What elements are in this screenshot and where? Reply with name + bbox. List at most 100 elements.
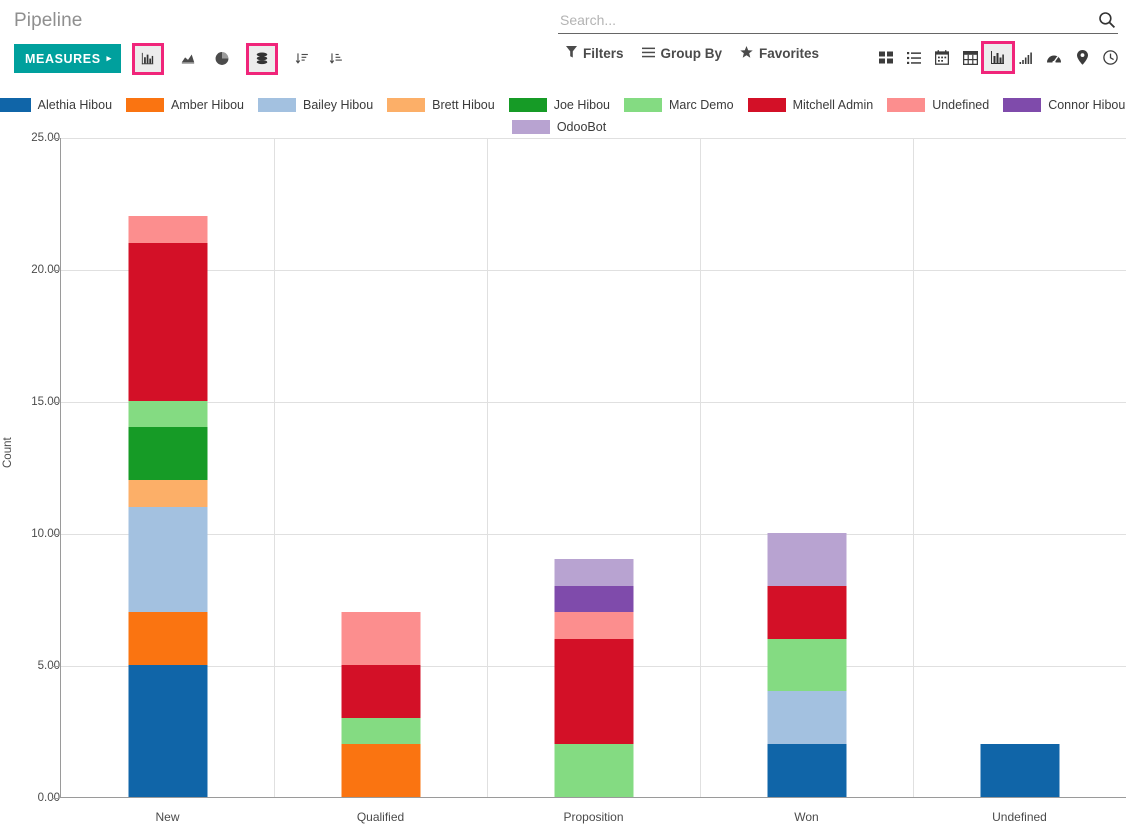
legend-item[interactable]: Mitchell Admin xyxy=(747,98,888,112)
bar-segment[interactable] xyxy=(980,744,1059,797)
legend-label: Brett Hibou xyxy=(432,98,495,112)
legend-item[interactable]: Marc Demo xyxy=(624,98,748,112)
legend-swatch xyxy=(387,98,426,112)
bar-segment[interactable] xyxy=(767,533,846,586)
bar-segment[interactable] xyxy=(341,744,420,797)
bar-segment[interactable] xyxy=(128,665,207,797)
y-axis-ticks: 0.00 5.00 10.00 15.00 20.00 25.00 xyxy=(0,132,60,835)
bar-segment[interactable] xyxy=(554,585,633,613)
caret-right-icon: ▸ xyxy=(106,53,112,63)
bar-segment[interactable] xyxy=(554,612,633,639)
stacked-bar xyxy=(128,216,207,797)
legend-swatch xyxy=(0,98,31,112)
legend-item[interactable]: Brett Hibou xyxy=(387,98,509,112)
bar-segment[interactable] xyxy=(767,691,846,745)
graph-toolbar: MEASURES ▸ xyxy=(14,42,349,75)
bar-segment[interactable] xyxy=(767,744,846,797)
legend-item[interactable]: Joe Hibou xyxy=(508,98,624,112)
graph-view-icon[interactable] xyxy=(981,41,1015,74)
bar-segment[interactable] xyxy=(128,242,207,401)
group-by-button[interactable]: Group By xyxy=(641,46,723,61)
search-options: Filters Group By Favorites xyxy=(566,46,819,61)
bar-segment[interactable] xyxy=(128,480,207,507)
measures-button[interactable]: MEASURES ▸ xyxy=(14,44,121,73)
x-axis-tick-label: Qualified xyxy=(356,810,405,824)
search-icon[interactable] xyxy=(1098,11,1116,29)
bar-segment[interactable] xyxy=(128,506,207,613)
legend-item[interactable]: Amber Hibou xyxy=(126,98,258,112)
legend-label: Alethia Hibou xyxy=(37,98,113,112)
calendar-view-icon[interactable] xyxy=(928,44,956,71)
favorites-button[interactable]: Favorites xyxy=(740,46,819,61)
x-axis-tick-label: Proposition xyxy=(563,810,624,824)
graph-view-page: Pipeline MEASURES ▸ Search... Filters Gr… xyxy=(0,0,1132,835)
bar-segment[interactable] xyxy=(554,638,633,745)
legend-label: Marc Demo xyxy=(669,98,734,112)
legend-label: Joe Hibou xyxy=(553,98,610,112)
dashboard-view-icon[interactable] xyxy=(1040,44,1068,71)
legend-item[interactable]: Bailey Hibou xyxy=(257,98,387,112)
cohort-view-icon[interactable] xyxy=(1012,44,1040,71)
legend-item[interactable]: Undefined xyxy=(887,98,1003,112)
stacked-icon[interactable] xyxy=(245,42,278,75)
legend-item[interactable]: OdooBot xyxy=(511,120,620,134)
search-bar[interactable] xyxy=(558,6,1118,34)
bar-segment[interactable] xyxy=(341,717,420,745)
bar-segment[interactable] xyxy=(554,744,633,797)
measures-label: MEASURES xyxy=(25,51,101,66)
bar-segment[interactable] xyxy=(767,638,846,692)
activity-view-icon[interactable] xyxy=(1096,44,1124,71)
legend-item[interactable]: Connor Hibou xyxy=(1003,98,1132,112)
bar-segment[interactable] xyxy=(128,401,207,428)
legend-swatch xyxy=(747,98,786,112)
bar-segment[interactable] xyxy=(128,612,207,665)
bar-segment[interactable] xyxy=(554,559,633,586)
bar-segment[interactable] xyxy=(128,427,207,481)
list-view-icon[interactable] xyxy=(900,44,928,71)
kanban-view-icon[interactable] xyxy=(872,44,900,71)
graph-renderer: Count 0.00 5.00 10.00 15.00 20.00 25.00 New Qu… xyxy=(0,132,1132,835)
bar-segment[interactable] xyxy=(341,612,420,665)
hamburger-icon xyxy=(641,47,655,61)
funnel-icon xyxy=(566,46,577,61)
pie-chart-icon[interactable] xyxy=(209,46,235,72)
sort-descending-icon[interactable] xyxy=(289,46,315,72)
line-chart-icon[interactable] xyxy=(175,46,201,72)
legend-row-secondary: OdooBot xyxy=(0,116,1132,138)
legend-label: OdooBot xyxy=(556,120,607,134)
map-view-icon[interactable] xyxy=(1068,44,1096,71)
chart-legend: Alethia Hibou Amber Hibou Bailey Hibou Bret… xyxy=(0,94,1132,138)
y-axis-tick-mark xyxy=(52,534,59,535)
legend-label: Connor Hibou xyxy=(1048,98,1126,112)
bar-group: Won xyxy=(700,138,913,824)
search-input[interactable] xyxy=(558,7,1098,32)
x-axis-tick-label: Won xyxy=(794,810,819,824)
group-by-label: Group By xyxy=(660,46,723,61)
filters-button[interactable]: Filters xyxy=(566,46,624,61)
bar-chart-icon[interactable] xyxy=(131,42,164,75)
legend-row-primary: Alethia Hibou Amber Hibou Bailey Hibou Bret… xyxy=(0,94,1132,116)
legend-swatch xyxy=(887,98,926,112)
bar-group: Proposition xyxy=(487,138,700,824)
y-axis-tick-mark xyxy=(52,798,59,799)
pivot-view-icon[interactable] xyxy=(956,44,984,71)
y-axis-tick-mark xyxy=(52,138,59,139)
legend-swatch xyxy=(508,98,547,112)
plot-area: New Qualified Proposition Won Undefined xyxy=(60,138,1126,824)
bar-segment[interactable] xyxy=(341,665,420,718)
bar-segment[interactable] xyxy=(128,216,207,243)
view-switcher xyxy=(872,41,1124,74)
bar-group: Qualified xyxy=(274,138,487,824)
y-axis-tick-mark xyxy=(52,402,59,403)
breadcrumb[interactable]: Pipeline xyxy=(14,10,82,32)
sort-ascending-icon[interactable] xyxy=(323,46,349,72)
bar-group: Undefined xyxy=(913,138,1126,824)
filters-label: Filters xyxy=(583,46,624,61)
stacked-bar xyxy=(341,612,420,797)
legend-item[interactable]: Alethia Hibou xyxy=(0,98,126,112)
stacked-bar xyxy=(980,744,1059,797)
legend-label: Amber Hibou xyxy=(171,98,244,112)
bar-segment[interactable] xyxy=(767,585,846,639)
favorites-label: Favorites xyxy=(759,46,820,61)
legend-label: Undefined xyxy=(932,98,990,112)
